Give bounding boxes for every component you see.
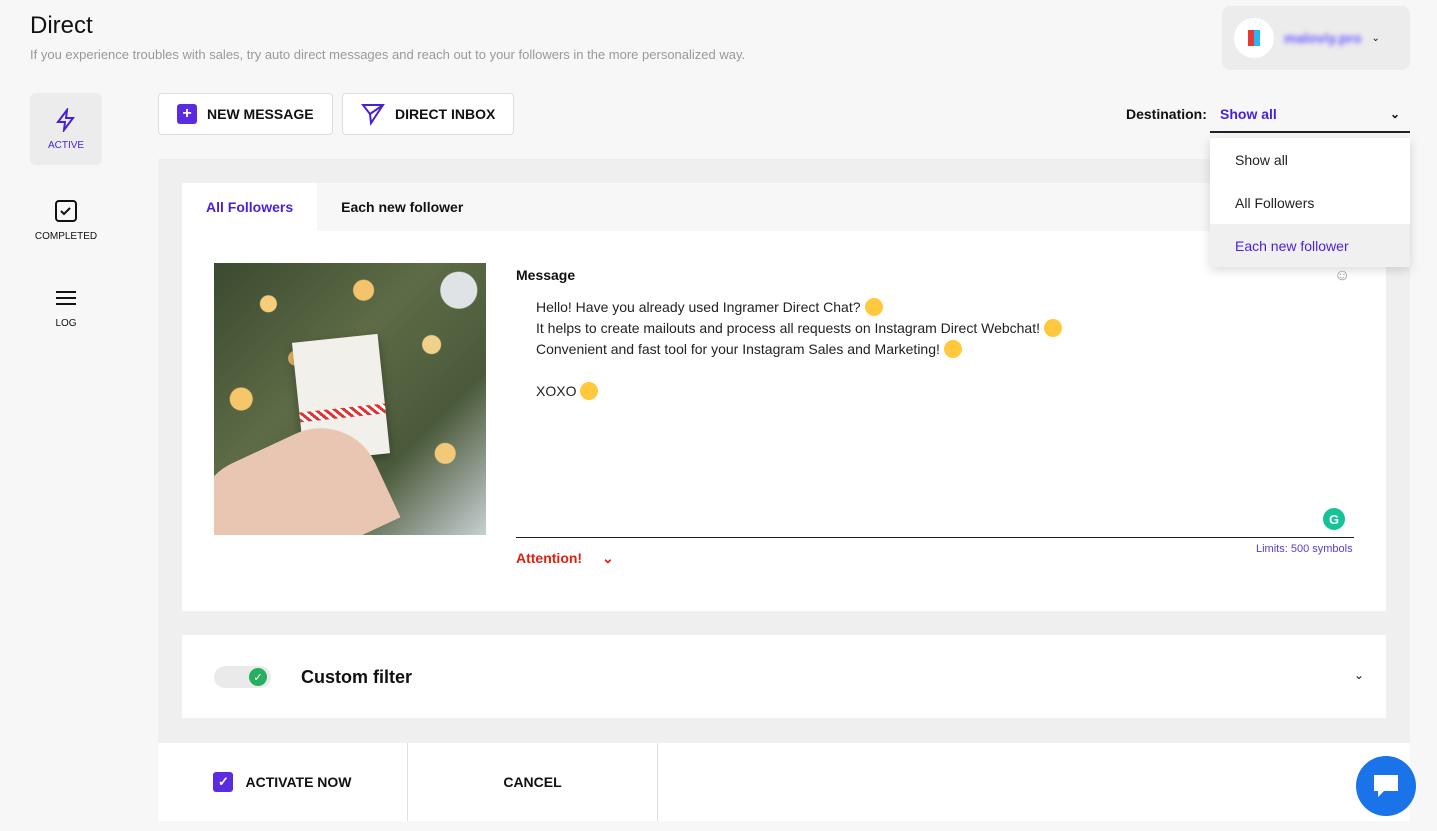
checkbox-icon bbox=[55, 199, 77, 222]
account-name: maloviy.pro bbox=[1284, 30, 1362, 46]
option-all-followers[interactable]: All Followers bbox=[1210, 181, 1410, 224]
chevron-down-icon: ⌄ bbox=[1371, 32, 1380, 44]
check-icon: ✓ bbox=[249, 668, 267, 686]
chat-icon bbox=[1374, 775, 1398, 797]
page-subtitle: If you experience troubles with sales, t… bbox=[30, 47, 746, 62]
divider bbox=[516, 537, 1354, 538]
check-icon: ✓ bbox=[213, 772, 234, 792]
account-switcher[interactable]: maloviy.pro ⌄ bbox=[1222, 6, 1410, 70]
message-image[interactable] bbox=[214, 263, 486, 535]
activate-now-checkbox[interactable]: ✓ ACTIVATE NOW bbox=[158, 743, 408, 821]
plus-icon: + bbox=[177, 104, 197, 124]
grammarly-icon[interactable]: G bbox=[1323, 508, 1345, 530]
send-icon bbox=[361, 104, 385, 126]
attention-toggle[interactable]: Attention! ⌄ bbox=[516, 550, 614, 567]
chevron-down-icon[interactable]: ⌄ bbox=[1354, 668, 1364, 682]
sidebar-item-log[interactable]: LOG bbox=[30, 271, 102, 343]
sidebar-item-active[interactable]: ACTIVE bbox=[30, 93, 102, 165]
page-title: Direct bbox=[30, 12, 93, 39]
chat-button[interactable] bbox=[1356, 756, 1416, 816]
message-label: Message bbox=[516, 267, 576, 283]
menu-icon bbox=[56, 290, 76, 305]
cancel-button[interactable]: CANCEL bbox=[408, 743, 658, 821]
direct-inbox-button[interactable]: DIRECT INBOX bbox=[342, 93, 515, 135]
lightning-icon bbox=[56, 107, 75, 132]
new-message-button[interactable]: + NEW MESSAGE bbox=[158, 93, 333, 135]
destination-dropdown: Show all All Followers Each new follower bbox=[1210, 138, 1410, 267]
limits-text: Limits: 500 symbols bbox=[1256, 543, 1353, 555]
avatar bbox=[1234, 18, 1274, 58]
chevron-down-icon: ⌄ bbox=[601, 550, 614, 566]
custom-filter-toggle[interactable]: ✓ bbox=[214, 666, 271, 688]
destination-label: Destination: bbox=[1126, 106, 1207, 122]
tab-each-new-follower[interactable]: Each new follower bbox=[317, 183, 487, 231]
emoji-picker-icon[interactable]: ☺ bbox=[1334, 267, 1350, 285]
message-textarea[interactable]: Hello! Have you already used Ingramer Di… bbox=[536, 297, 1062, 402]
chevron-down-icon: ⌄ bbox=[1389, 106, 1400, 121]
option-each-new-follower[interactable]: Each new follower bbox=[1210, 224, 1410, 267]
custom-filter-title: Custom filter bbox=[301, 667, 413, 687]
destination-select[interactable]: Show all ⌄ bbox=[1210, 96, 1410, 133]
tab-all-followers[interactable]: All Followers bbox=[182, 183, 318, 231]
tabs: All Followers Each new follower bbox=[182, 183, 1386, 231]
sidebar-item-completed[interactable]: COMPLETED bbox=[30, 184, 102, 256]
option-show-all[interactable]: Show all bbox=[1210, 138, 1410, 181]
